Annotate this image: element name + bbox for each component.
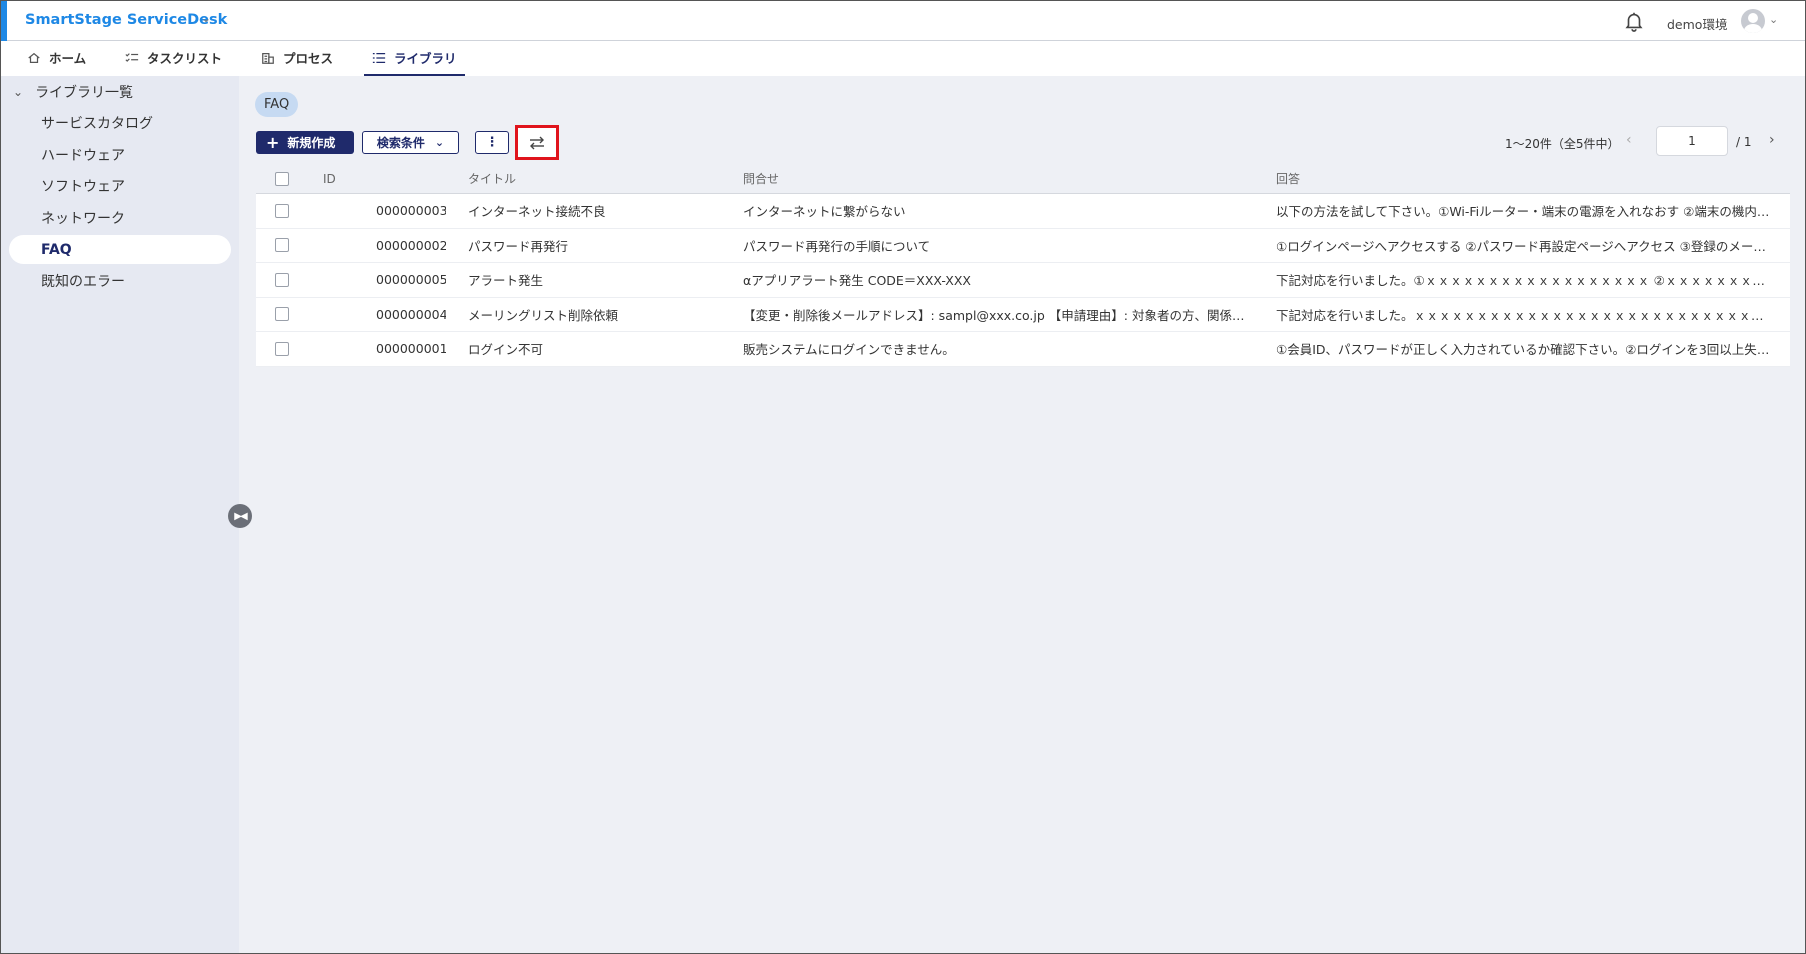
row-answer: ①ログインページへアクセスする ②パスワード再設定ページへアクセス ③登録のメー… — [1276, 238, 1776, 254]
row-id: 000000003 — [376, 203, 446, 219]
sidebar: ⌄ ライブラリ一覧 サービスカタログ ハードウェア ソフトウェア ネットワーク … — [1, 76, 239, 953]
row-answer: 下記対応を行いました。ｘｘｘｘｘｘｘｘｘｘｘｘｘｘｘｘｘｘｘｘｘｘｘｘｘｘｘｘｘ… — [1276, 307, 1776, 323]
table-row[interactable]: 000000005 アラート発生 αアプリアラート発生 CODE＝XXX-XXX… — [256, 263, 1790, 298]
user-name[interactable]: demo環境 — [1667, 14, 1727, 33]
tab-label: プロセス — [283, 51, 334, 66]
sidebar-item-label: ソフトウェア — [41, 178, 125, 195]
plus-icon: + — [266, 132, 280, 152]
bell-icon[interactable] — [1623, 10, 1645, 32]
swap-view-button[interactable] — [515, 125, 559, 160]
row-checkbox[interactable] — [275, 194, 291, 228]
breadcrumb-chip: FAQ — [255, 92, 299, 117]
row-answer: ①会員ID、パスワードが正しく入力されているか確認下さい。②ログインを3回以上失… — [1276, 342, 1776, 358]
row-title[interactable]: アラート発生 — [468, 263, 728, 297]
row-question: αアプリアラート発生 CODE＝XXX-XXX — [743, 273, 971, 289]
column-header-question[interactable]: 問合せ — [743, 164, 1253, 193]
row-checkbox[interactable] — [275, 229, 291, 263]
row-answer: 下記対応を行いました。①ｘｘｘｘｘｘｘｘｘｘｘｘｘｘｘｘｘｘ ②ｘｘｘｘｘｘｘｘ… — [1276, 273, 1776, 289]
tab-task-list[interactable]: タスクリスト — [117, 41, 230, 74]
swap-arrows-icon — [530, 136, 544, 149]
chevron-down-icon: ⌄ — [434, 136, 445, 149]
row-question: パスワード再発行の手順について — [743, 238, 931, 254]
table-row[interactable]: 000000003 インターネット接続不良 インターネットに繋がらない 以下の方… — [256, 194, 1790, 229]
sidebar-item-software[interactable]: ソフトウェア — [9, 171, 231, 200]
list-icon — [372, 52, 386, 63]
sidebar-item-hardware[interactable]: ハードウェア — [9, 140, 231, 169]
app-frame: SmartStage ServiceDesk ⌄ demo環境 ⌄ ホーム タス… — [0, 0, 1806, 954]
sidebar-item-label: サービスカタログ — [41, 115, 153, 132]
tab-label: ホーム — [49, 51, 87, 66]
main-tabs: ホーム タスクリスト プロセス ライブラリ — [1, 41, 1805, 76]
faq-table: ID タイトル 問合せ 回答 000000003 インターネット接続不良 インタ… — [256, 164, 1790, 367]
page-number-input[interactable] — [1656, 126, 1728, 156]
row-question: インターネットに繋がらない — [743, 204, 906, 220]
chevron-down-icon[interactable]: ⌄ — [201, 11, 211, 25]
chevron-down-icon: ⌄ — [13, 85, 24, 99]
row-answer: 以下の方法を試して下さい。①Wi-Fiルーター・端末の電源を入れなおす ②端末の… — [1276, 204, 1776, 220]
table-row[interactable]: 000000001 ログイン不可 販売システムにログインできません。 ①会員ID… — [256, 332, 1790, 367]
tab-label: ライブラリ — [394, 51, 457, 66]
building-icon — [262, 52, 274, 64]
row-id: 000000004 — [376, 306, 446, 322]
sidebar-item-faq[interactable]: FAQ — [9, 235, 231, 264]
sidebar-collapse-handle[interactable]: ▶◀ — [228, 504, 252, 528]
row-id: 000000002 — [376, 237, 446, 253]
new-button-label: 新規作成 — [287, 136, 336, 150]
column-header-id[interactable]: ID — [323, 164, 383, 193]
column-header-answer[interactable]: 回答 — [1276, 164, 1776, 193]
row-title[interactable]: ログイン不可 — [468, 332, 728, 366]
row-title[interactable]: インターネット接続不良 — [468, 194, 728, 228]
sidebar-item-label: FAQ — [41, 241, 72, 258]
sidebar-group-library[interactable]: ⌄ ライブラリ一覧 — [13, 82, 133, 102]
sidebar-item-label: ネットワーク — [41, 210, 125, 227]
home-icon — [28, 52, 40, 63]
row-checkbox[interactable] — [275, 298, 291, 332]
tab-library[interactable]: ライブラリ — [364, 41, 465, 76]
sidebar-item-service-catalog[interactable]: サービスカタログ — [9, 108, 231, 137]
table-row[interactable]: 000000002 パスワード再発行 パスワード再発行の手順について ①ログイン… — [256, 229, 1790, 263]
row-question: 【変更・削除後メールアドレス】: sampl@xxx.co.jp 【申請理由】:… — [743, 307, 1253, 323]
task-list-icon — [125, 52, 139, 62]
select-all-checkbox[interactable] — [275, 164, 291, 193]
pager-total: / 1 — [1736, 135, 1752, 149]
app-header: SmartStage ServiceDesk ⌄ demo環境 ⌄ — [1, 1, 1805, 41]
new-button[interactable]: + 新規作成 — [256, 131, 354, 154]
chevron-down-icon[interactable]: ⌄ — [1769, 13, 1778, 26]
row-title[interactable]: パスワード再発行 — [468, 229, 728, 263]
sidebar-item-label: ハードウェア — [41, 147, 125, 164]
pager-summary: 1〜20件（全5件中） — [1505, 137, 1620, 151]
chevron-left-icon[interactable]: ‹ — [1626, 132, 1632, 148]
avatar[interactable] — [1741, 9, 1765, 33]
kebab-menu-icon: ⋮ — [485, 135, 499, 150]
app-title[interactable]: SmartStage ServiceDesk — [25, 12, 227, 28]
column-header-title[interactable]: タイトル — [468, 164, 728, 193]
search-conditions-button[interactable]: 検索条件 ⌄ — [362, 131, 459, 154]
row-checkbox[interactable] — [275, 332, 291, 366]
sidebar-item-network[interactable]: ネットワーク — [9, 203, 231, 232]
row-id: 000000001 — [376, 341, 446, 357]
sidebar-group-label: ライブラリ一覧 — [35, 85, 134, 101]
sidebar-item-known-errors[interactable]: 既知のエラー — [9, 266, 231, 295]
row-checkbox[interactable] — [275, 263, 291, 297]
search-conditions-label: 検索条件 — [376, 136, 425, 150]
table-row[interactable]: 000000004 メーリングリスト削除依頼 【変更・削除後メールアドレス】: … — [256, 298, 1790, 332]
row-title[interactable]: メーリングリスト削除依頼 — [468, 298, 728, 332]
collapse-arrows-icon: ▶◀ — [234, 510, 247, 522]
chevron-right-icon[interactable]: › — [1769, 132, 1775, 148]
tab-label: タスクリスト — [147, 51, 223, 66]
more-options-button[interactable]: ⋮ — [475, 131, 509, 154]
sidebar-item-label: 既知のエラー — [41, 273, 125, 290]
row-id: 000000005 — [376, 272, 446, 288]
table-header: ID タイトル 問合せ 回答 — [256, 164, 1790, 194]
row-question: 販売システムにログインできません。 — [743, 342, 955, 358]
tab-home[interactable]: ホーム — [19, 41, 94, 74]
tab-process[interactable]: プロセス — [253, 41, 341, 74]
header-accent-bar — [1, 1, 7, 41]
